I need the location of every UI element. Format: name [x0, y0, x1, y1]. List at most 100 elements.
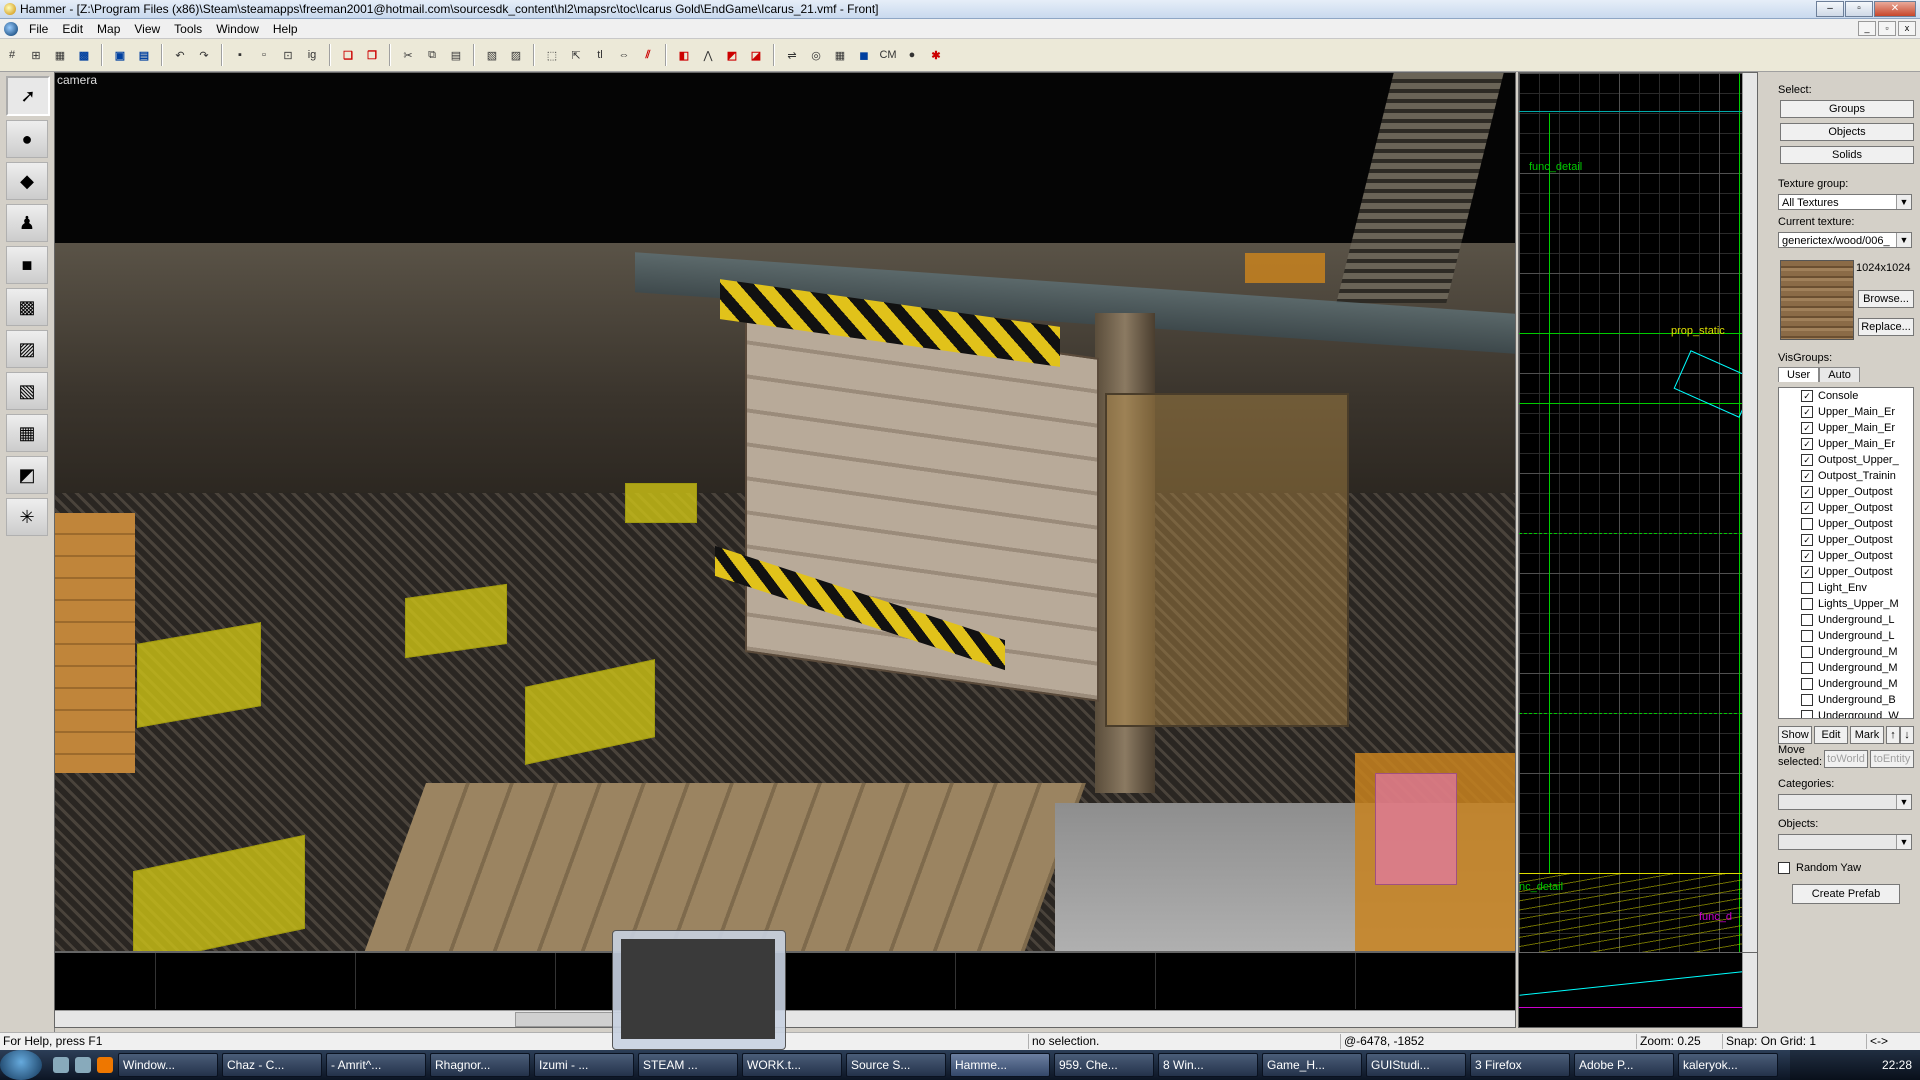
- grid-smaller-icon[interactable]: ▦: [49, 44, 71, 66]
- mdi-minimize-button[interactable]: _: [1858, 21, 1876, 36]
- taskbar-button[interactable]: 959. Che...: [1054, 1053, 1154, 1077]
- do-draw-icon[interactable]: ✱: [925, 44, 947, 66]
- vertical-scrollbar[interactable]: [1742, 73, 1757, 953]
- sphere-icon[interactable]: ◎: [805, 44, 827, 66]
- replace-button[interactable]: Replace...: [1858, 318, 1914, 336]
- firefox-icon[interactable]: [97, 1057, 113, 1073]
- decal-tool-icon[interactable]: ▧: [6, 372, 48, 410]
- visgroup-checkbox[interactable]: [1801, 518, 1813, 530]
- visgroup-item[interactable]: ✓ Console: [1779, 388, 1913, 404]
- taskbar-button[interactable]: GUIStudi...: [1366, 1053, 1466, 1077]
- minimize-button[interactable]: –: [1816, 1, 1844, 17]
- visgroup-checkbox[interactable]: ✓: [1801, 566, 1813, 578]
- texture-app-icon[interactable]: ▨: [505, 44, 527, 66]
- taskbar-button[interactable]: Window...: [118, 1053, 218, 1077]
- taskbar-button[interactable]: - Amrit^...: [326, 1053, 426, 1077]
- browse-button[interactable]: Browse...: [1858, 290, 1914, 308]
- texture-group-select[interactable]: All Textures ▼: [1778, 194, 1912, 210]
- magnify-tool-icon[interactable]: ●: [6, 120, 48, 158]
- edit-button[interactable]: Edit: [1814, 726, 1848, 744]
- selection-tool-icon[interactable]: ➚: [6, 76, 50, 116]
- taskbar-button[interactable]: kaleryok...: [1678, 1053, 1778, 1077]
- ungroup-icon[interactable]: ▤: [133, 44, 155, 66]
- taskbar-button[interactable]: WORK.t...: [742, 1053, 842, 1077]
- visgroup-checkbox[interactable]: ✓: [1801, 550, 1813, 562]
- move-down-icon[interactable]: ↓: [1900, 726, 1914, 744]
- mdi-close-button[interactable]: x: [1898, 21, 1916, 36]
- visgroup-item[interactable]: Lights_Upper_M: [1779, 596, 1913, 612]
- undo-icon[interactable]: ↶: [169, 44, 191, 66]
- start-button[interactable]: [0, 1050, 42, 1080]
- taskbar-button[interactable]: Source S...: [846, 1053, 946, 1077]
- visgroup-checkbox[interactable]: ✓: [1801, 438, 1813, 450]
- visgroup-item[interactable]: ✓ Upper_Main_Er: [1779, 404, 1913, 420]
- run-map-icon[interactable]: ●: [901, 44, 923, 66]
- visgroup-checkbox[interactable]: [1801, 630, 1813, 642]
- to-entity-button[interactable]: toEntity: [1870, 750, 1914, 768]
- texture-app-tool-icon[interactable]: ▩: [6, 288, 48, 326]
- small-2d-view[interactable]: [1518, 952, 1758, 1028]
- maximize-button[interactable]: ▫: [1845, 1, 1873, 17]
- visgroup-checkbox[interactable]: ✓: [1801, 470, 1813, 482]
- taskbar-button[interactable]: 8 Win...: [1158, 1053, 1258, 1077]
- visgroup-checkbox[interactable]: [1801, 614, 1813, 626]
- map-info-icon[interactable]: ◩: [721, 44, 743, 66]
- texture-browser-icon[interactable]: ▦: [829, 44, 851, 66]
- visgroup-checkbox[interactable]: [1801, 710, 1813, 718]
- create-prefab-button[interactable]: Create Prefab: [1792, 884, 1900, 904]
- taskbar-thumbnail-preview[interactable]: [612, 930, 786, 1050]
- ignore-group-icon[interactable]: ig: [301, 44, 323, 66]
- visgroup-item[interactable]: Underground_L: [1779, 612, 1913, 628]
- groups-button[interactable]: Groups: [1780, 100, 1914, 118]
- visgroup-item[interactable]: Underground_B: [1779, 692, 1913, 708]
- selection-box-icon[interactable]: ⬚: [541, 44, 563, 66]
- block-tool-icon[interactable]: ■: [6, 246, 48, 284]
- hazard-texture-icon[interactable]: ▧: [481, 44, 503, 66]
- clip-tool-icon[interactable]: ◩: [6, 456, 48, 494]
- close-button[interactable]: ✕: [1874, 1, 1916, 17]
- copy-icon[interactable]: ⧉: [421, 44, 443, 66]
- vertical-scrollbar-2[interactable]: [1742, 953, 1757, 1027]
- visgroup-checkbox[interactable]: ✓: [1801, 390, 1813, 402]
- front-2d-view[interactable]: func_detail prop_static nc_detail func_d: [1518, 72, 1758, 954]
- hollow-icon[interactable]: ▫: [253, 44, 275, 66]
- taskbar-button[interactable]: STEAM ...: [638, 1053, 738, 1077]
- visgroup-item[interactable]: ✓ Upper_Outpost: [1779, 500, 1913, 516]
- solids-button[interactable]: Solids: [1780, 146, 1914, 164]
- entity-tool-icon[interactable]: ♟: [6, 204, 48, 242]
- categories-select[interactable]: ▼: [1778, 794, 1912, 810]
- menu-view[interactable]: View: [127, 22, 167, 36]
- menu-edit[interactable]: Edit: [55, 22, 90, 36]
- apply-texture-tool-icon[interactable]: ▨: [6, 330, 48, 368]
- cut-icon[interactable]: ✂: [397, 44, 419, 66]
- visgroup-item[interactable]: Underground_W: [1779, 708, 1913, 718]
- menu-map[interactable]: Map: [90, 22, 127, 36]
- visgroup-item[interactable]: Upper_Outpost: [1779, 516, 1913, 532]
- camera-viewport[interactable]: camera: [54, 72, 1516, 952]
- paste-icon[interactable]: ▤: [445, 44, 467, 66]
- current-texture-select[interactable]: generictex/wood/006_ ▼: [1778, 232, 1912, 248]
- taskbar-button[interactable]: Game_H...: [1262, 1053, 1362, 1077]
- tab-user[interactable]: User: [1778, 367, 1820, 382]
- visgroup-item[interactable]: ✓ Upper_Main_Er: [1779, 436, 1913, 452]
- tab-auto[interactable]: Auto: [1819, 367, 1860, 382]
- visgroup-item[interactable]: Underground_M: [1779, 676, 1913, 692]
- visgroup-item[interactable]: Light_Env: [1779, 580, 1913, 596]
- visgroup-checkbox[interactable]: ✓: [1801, 534, 1813, 546]
- visgroup-item[interactable]: ✓ Upper_Main_Er: [1779, 420, 1913, 436]
- texture-lock-icon[interactable]: ⊡: [277, 44, 299, 66]
- taskbar-button[interactable]: Rhagnor...: [430, 1053, 530, 1077]
- menu-help[interactable]: Help: [266, 22, 305, 36]
- visgroup-item[interactable]: ✓ Upper_Outpost: [1779, 548, 1913, 564]
- visgroup-checkbox[interactable]: [1801, 582, 1813, 594]
- select-cursor-icon[interactable]: ⇱: [565, 44, 587, 66]
- stack-icon[interactable]: ◼: [853, 44, 875, 66]
- entity-report-icon[interactable]: ◧: [673, 44, 695, 66]
- taskbar-button[interactable]: Hamme...: [950, 1053, 1050, 1077]
- show-desktop-icon[interactable]: [53, 1057, 69, 1073]
- visgroup-checkbox[interactable]: ✓: [1801, 422, 1813, 434]
- tl-icon[interactable]: tl: [589, 44, 611, 66]
- scroll-thumb[interactable]: [515, 1012, 627, 1027]
- visgroup-checkbox[interactable]: [1801, 646, 1813, 658]
- taskbar-button[interactable]: Adobe P...: [1574, 1053, 1674, 1077]
